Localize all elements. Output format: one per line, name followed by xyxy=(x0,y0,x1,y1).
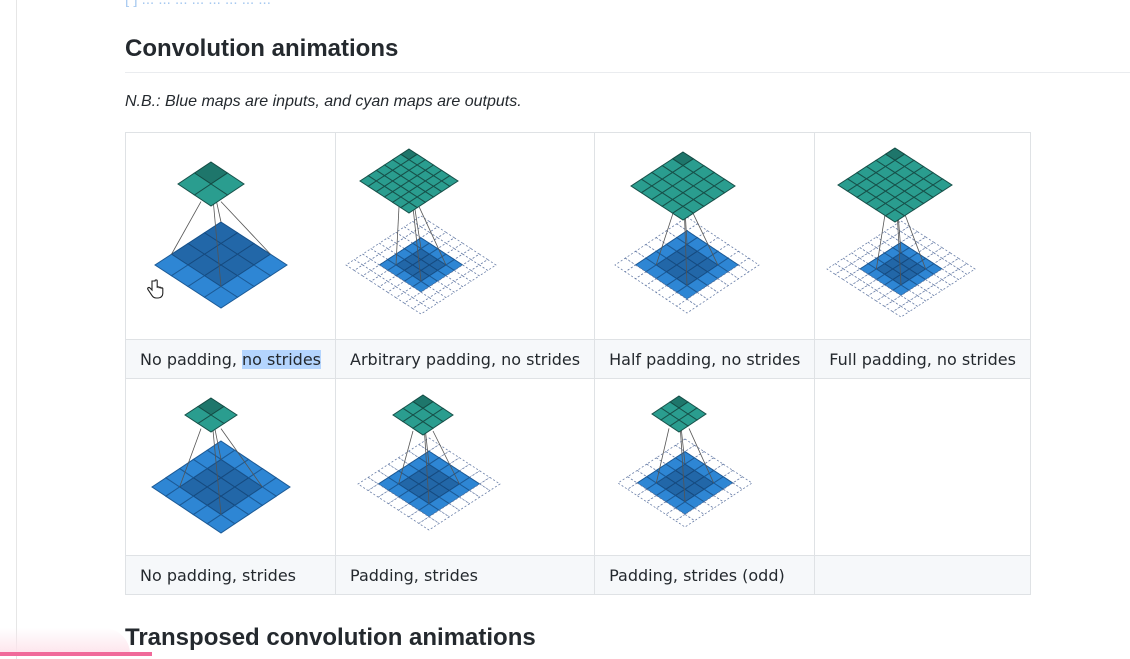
selected-text-highlight[interactable]: no strides xyxy=(242,349,322,369)
animation-padding-strides xyxy=(357,394,501,531)
heading-transposed-convolution-animations: Transposed convolution animations xyxy=(125,624,536,651)
animation-full-padding-no-strides xyxy=(826,147,977,318)
animation-no-padding-no-strides xyxy=(154,161,288,309)
animation-cell xyxy=(594,132,816,340)
note-text: N.B.: Blue maps are inputs, and cyan map… xyxy=(125,93,522,110)
caption-no-padding-strides: No padding, strides xyxy=(124,555,337,595)
animation-no-padding-strides xyxy=(151,397,291,534)
animation-cell xyxy=(335,378,596,556)
animation-cell xyxy=(124,132,337,340)
decorative-glow xyxy=(0,628,130,654)
page-left-border xyxy=(16,0,17,659)
top-link-fragment[interactable]: [ ] ... ... ... ... ... ... ... ... xyxy=(125,0,271,8)
caption-full-padding: Full padding, no strides xyxy=(814,339,1031,379)
table-row: No padding, no strides Arbitrary padding… xyxy=(124,339,1031,379)
caption-padding-strides-odd: Padding, strides (odd) xyxy=(594,555,816,595)
animation-cell xyxy=(335,132,596,340)
caption-half-padding: Half padding, no strides xyxy=(594,339,816,379)
animation-half-padding-no-strides xyxy=(614,151,760,314)
caption-text: No padding, xyxy=(140,349,243,369)
table-row: No padding, strides Padding, strides Pad… xyxy=(124,555,1031,595)
animation-padding-strides-odd xyxy=(617,395,753,528)
heading-divider xyxy=(125,72,1130,73)
heading-convolution-animations: Convolution animations xyxy=(125,35,399,62)
caption-empty xyxy=(814,555,1031,595)
animation-arbitrary-padding-no-strides xyxy=(345,148,497,315)
animation-cell xyxy=(814,132,1031,340)
animation-cell xyxy=(594,378,816,556)
caption-no-padding-no-strides: No padding, no strides xyxy=(124,339,337,379)
progress-accent-bar xyxy=(0,652,152,656)
convolution-animations-table: No padding, no strides Arbitrary padding… xyxy=(124,132,1031,595)
caption-padding-strides: Padding, strides xyxy=(335,555,596,595)
caption-arbitrary-padding: Arbitrary padding, no strides xyxy=(335,339,596,379)
animation-cell xyxy=(124,378,337,556)
hand-pointer-icon xyxy=(147,279,164,299)
table-row xyxy=(124,132,1031,340)
table-row xyxy=(124,378,1031,556)
empty-cell xyxy=(814,378,1031,556)
